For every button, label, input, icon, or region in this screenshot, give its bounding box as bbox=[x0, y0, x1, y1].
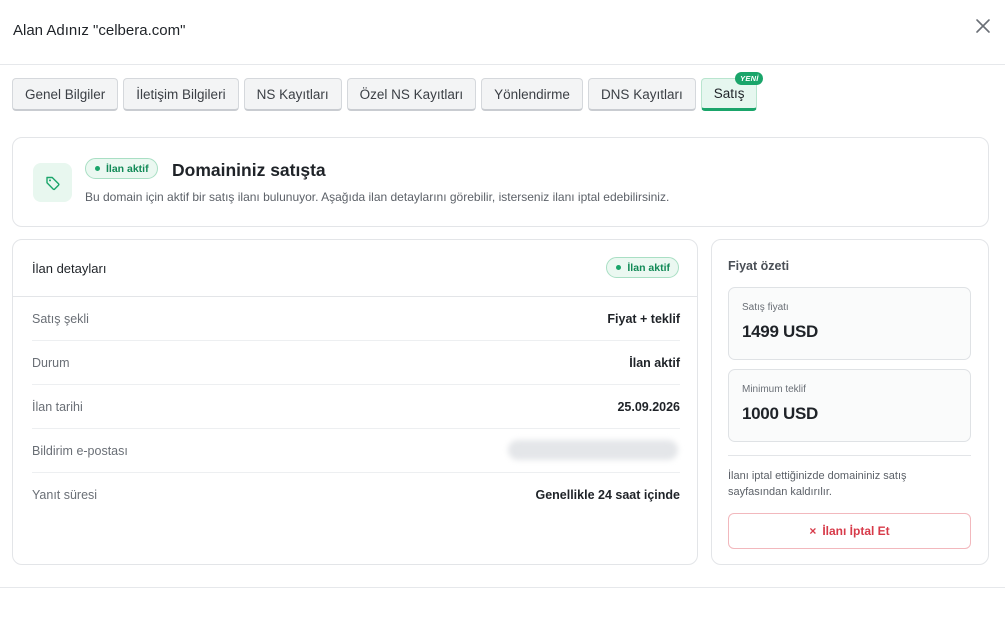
tab-general-info[interactable]: Genel Bilgiler bbox=[12, 78, 119, 111]
detail-value: Fiyat + teklif bbox=[607, 312, 680, 326]
new-badge: YENİ bbox=[735, 72, 764, 85]
sale-price-box: Satış fiyatı 1499 USD bbox=[728, 287, 971, 360]
tab-custom-ns-records[interactable]: Özel NS Kayıtları bbox=[346, 78, 477, 111]
tab-dns-records[interactable]: DNS Kayıtları bbox=[587, 78, 696, 111]
status-badge: İlan aktif bbox=[85, 158, 158, 179]
modal-footer-divider bbox=[0, 587, 1005, 588]
price-summary-title: Fiyat özeti bbox=[728, 259, 790, 273]
tab-ns-records[interactable]: NS Kayıtları bbox=[243, 78, 342, 111]
detail-key: Durum bbox=[32, 356, 70, 370]
detail-key: İlan tarihi bbox=[32, 400, 83, 414]
cancel-note: İlanı iptal ettiğinizde domaininiz satış… bbox=[728, 470, 907, 498]
tag-icon bbox=[33, 163, 72, 202]
cancel-listing-label: İlanı İptal Et bbox=[822, 524, 890, 538]
cancel-listing-button[interactable]: × İlanı İptal Et bbox=[728, 513, 971, 549]
price-summary-card: Fiyat özeti Satış fiyatı 1499 USD Minimu… bbox=[711, 239, 989, 565]
modal-header: Alan Adınız "celbera.com" bbox=[0, 0, 1005, 65]
status-dot bbox=[95, 166, 100, 171]
detail-row-sale-type: Satış şekli Fiyat + teklif bbox=[32, 297, 680, 341]
redacted-email bbox=[508, 440, 678, 460]
detail-row-status: Durum İlan aktif bbox=[32, 341, 680, 385]
detail-value: 25.09.2026 bbox=[617, 400, 680, 414]
sale-status-banner: İlan aktif Domaininiz satışta Bu domain … bbox=[12, 137, 989, 227]
detail-key: Bildirim e-postası bbox=[32, 444, 128, 458]
detail-value: İlan aktif bbox=[629, 356, 680, 370]
banner-description: Bu domain için aktif bir satış ilanı bul… bbox=[85, 190, 670, 204]
detail-key: Yanıt süresi bbox=[32, 488, 98, 502]
banner-heading: Domaininiz satışta bbox=[172, 160, 326, 180]
detail-row-listing-date: İlan tarihi 25.09.2026 bbox=[32, 385, 680, 429]
close-icon: × bbox=[809, 524, 817, 538]
listing-details-card: İlan detayları İlan aktif Satış şekli Fi… bbox=[12, 239, 698, 565]
tab-contact-info[interactable]: İletişim Bilgileri bbox=[123, 78, 239, 111]
min-offer-value: 1000 USD bbox=[742, 404, 819, 423]
sale-price-label: Satış fiyatı bbox=[742, 302, 789, 313]
listing-details-title: İlan detayları bbox=[32, 261, 107, 276]
min-offer-box: Minimum teklif 1000 USD bbox=[728, 369, 971, 442]
detail-row-response-time: Yanıt süresi Genellikle 24 saat içinde bbox=[32, 473, 680, 517]
listing-details-header: İlan detayları İlan aktif bbox=[13, 240, 697, 297]
detail-row-notification-email: Bildirim e-postası bbox=[32, 429, 680, 473]
status-badge-label: İlan aktif bbox=[106, 162, 149, 175]
tab-forwarding[interactable]: Yönlendirme bbox=[481, 78, 583, 111]
status-dot bbox=[616, 265, 622, 270]
detail-key: Satış şekli bbox=[32, 312, 89, 326]
min-offer-label: Minimum teklif bbox=[742, 384, 806, 395]
sale-price-value: 1499 USD bbox=[742, 322, 819, 341]
tab-bar: Genel Bilgiler İletişim Bilgileri NS Kay… bbox=[12, 72, 764, 112]
modal-title: Alan Adınız "celbera.com" bbox=[13, 22, 186, 39]
status-badge: İlan aktif bbox=[606, 257, 679, 278]
tab-sale-label: Satış bbox=[713, 86, 745, 101]
status-badge-label: İlan aktif bbox=[627, 261, 670, 274]
divider bbox=[728, 455, 971, 456]
tab-sale[interactable]: Satış YENİ bbox=[700, 72, 764, 111]
detail-value: Genellikle 24 saat içinde bbox=[535, 488, 680, 502]
close-icon[interactable] bbox=[974, 17, 992, 35]
